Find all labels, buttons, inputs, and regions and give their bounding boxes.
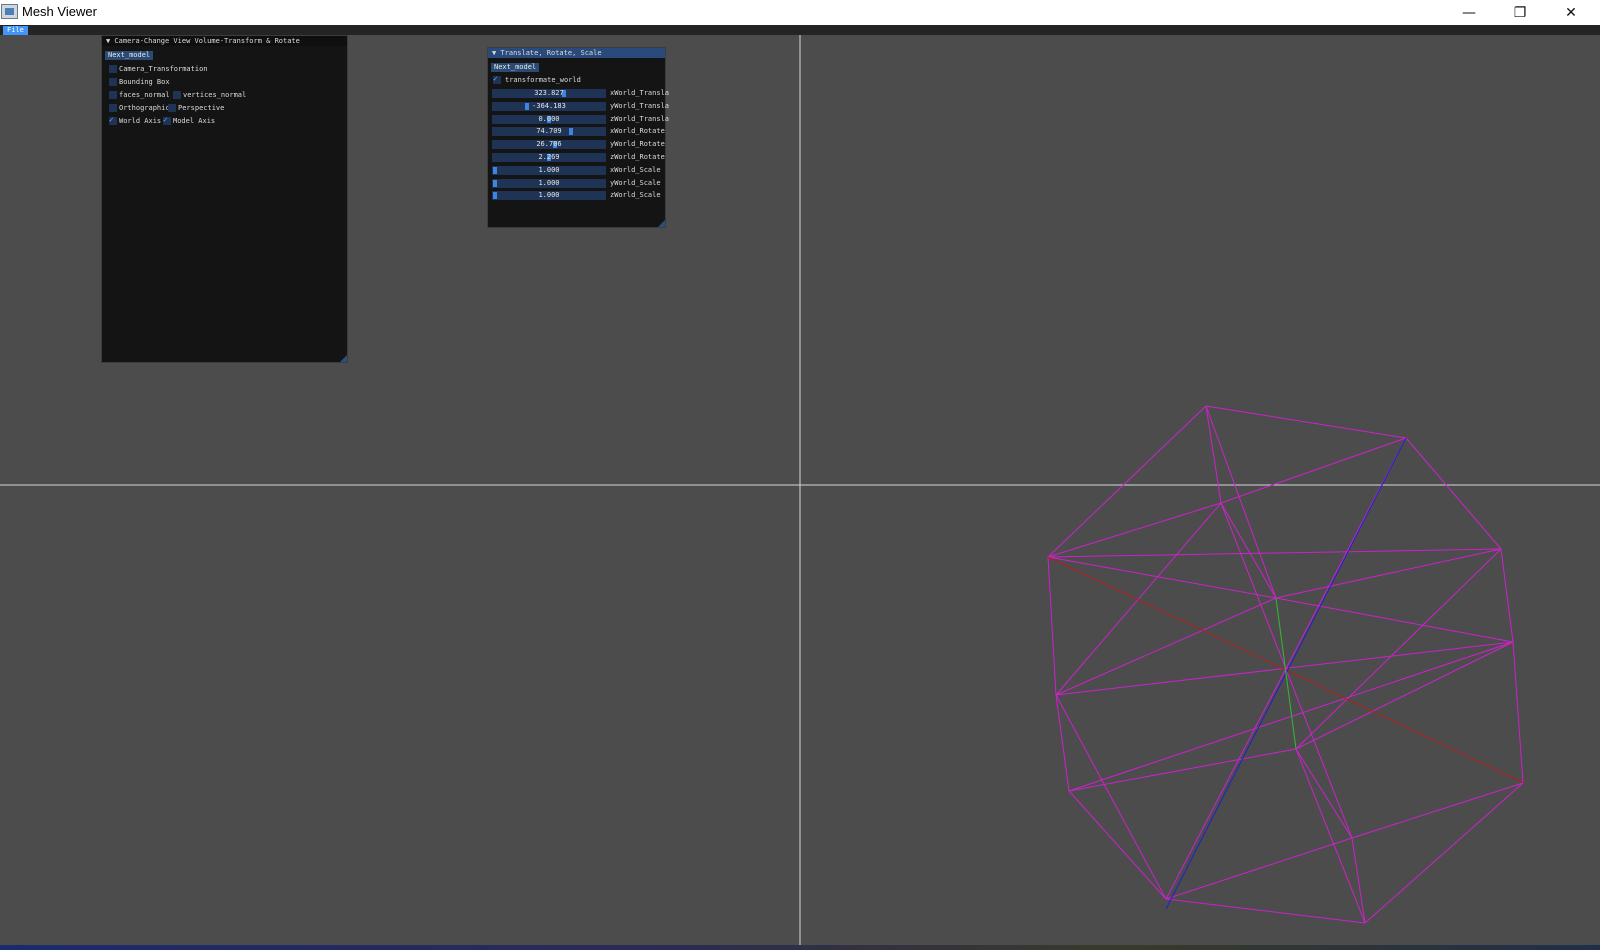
slider-xworld-scale[interactable]: 1.000 [492,165,606,175]
mesh-edge [1055,641,1514,696]
slider-xworld-transla[interactable]: 323.827 [492,89,606,98]
slider-label: zWorld_Rotate [610,153,665,161]
slider-zworld-transla[interactable]: 0.000 [492,114,606,124]
mesh-edge [1068,790,1167,900]
checkbox-bounding-box[interactable] [109,78,117,86]
slider-yworld-rotate[interactable]: 26.706 [492,140,606,150]
mesh-edge [1055,694,1070,792]
mesh-edge [1068,748,1297,792]
menu-bar: File [0,25,1600,35]
slider-value: 323.827 [534,89,564,97]
label-faces-normal: faces_normal [119,91,170,99]
mesh-edge [1055,694,1167,900]
slider-label: yWorld_Transla [610,101,670,110]
slider-value: 74.709 [536,127,562,136]
mesh-edge [1351,782,1524,839]
mesh-edge [1405,437,1502,550]
resize-grip[interactable] [340,355,347,362]
mesh-edge [1512,641,1524,784]
slider-value: 0.000 [538,114,560,123]
checkbox-model-axis[interactable] [163,115,171,125]
slider-value: -364.183 [532,101,566,110]
mesh-edge [1295,641,1514,750]
checkbox-vertices-normal[interactable] [173,91,181,99]
checkbox-camera-transformation[interactable] [109,65,117,73]
restore-button[interactable]: ❐ [1497,0,1543,25]
mesh-edge [1047,405,1207,558]
camera-panel-title[interactable]: ▼ Camera-Change View Volume-Transform & … [102,36,347,46]
minimize-button[interactable]: — [1446,0,1492,25]
mesh-edge [1047,502,1222,558]
render-viewport[interactable]: ▼ Camera-Change View Volume-Transform & … [0,35,1600,945]
checkbox-faces-normal[interactable] [109,91,117,99]
slider-zworld-scale[interactable]: 1.000 [492,191,606,201]
checkbox-perspective[interactable] [168,104,176,112]
mesh-edge [1364,782,1524,924]
mesh-edge [1165,898,1366,924]
slider-value: 1.000 [538,178,560,187]
menu-file[interactable]: File [3,26,28,35]
title-bar: Mesh Viewer — ❐ ✕ [0,0,1600,25]
slider-yworld-scale[interactable]: 1.000 [492,178,606,188]
mesh-edge [1295,548,1502,750]
slider-label: yWorld_Scale [610,178,661,187]
transformate-world-label: transformate_world [505,76,581,84]
slider-label: xWorld_Transla [610,89,670,97]
slider-label: zWorld_Scale [610,191,661,200]
trs-panel[interactable]: ▼ Translate, Rotate, Scale Next_model tr… [487,47,670,228]
mesh-edge [1047,556,1057,696]
label-vertices-normal: vertices_normal [183,91,247,99]
close-button[interactable]: ✕ [1548,0,1594,25]
label-bounding-box: Bounding Box [119,78,170,86]
slider-value: 1.000 [538,191,560,200]
slider-value: 2.269 [538,153,560,161]
slider-value: 26.706 [536,140,562,149]
mesh-edge [1165,837,1353,900]
transformate-world-checkbox[interactable] [493,74,501,84]
mesh-edge [1205,405,1277,599]
slider-label: xWorld_Rotate [610,127,665,136]
label-world-axis: World Axis [119,117,162,125]
slider-yworld-transla[interactable]: -364.183 [492,101,606,111]
window-title: Mesh Viewer [22,4,97,19]
trs-resize-grip[interactable] [658,220,665,227]
mesh-edge [1220,502,1277,599]
mesh-edge [1500,548,1514,643]
slider-value: 1.000 [538,165,560,174]
label-model-axis: Model Axis [173,117,216,125]
mesh-edge [1205,405,1222,504]
app-icon [1,4,18,19]
camera-panel[interactable]: ▼ Camera-Change View Volume-Transform & … [101,35,348,363]
slider-label: yWorld_Rotate [610,140,665,149]
mesh-edge [1351,837,1366,924]
slider-label: zWorld_Transla [610,114,670,123]
wireframe-mesh [1047,405,1524,924]
next-model-button[interactable]: Next_model [105,51,154,60]
mesh-edge [1047,556,1277,599]
checkbox-orthographic[interactable] [109,104,117,112]
taskbar-edge [0,945,1600,950]
mesh-edge [1205,405,1407,439]
label-camera-transformation: Camera_Transformation [119,65,208,73]
trs-panel-title[interactable]: ▼ Translate, Rotate, Scale [488,48,665,58]
checkbox-world-axis[interactable] [109,115,117,125]
label-perspective: Perspective [178,104,225,112]
label-orthographic: Orthographic [119,104,170,112]
mesh-edge [1295,748,1353,839]
slider-label: xWorld_Scale [610,165,661,174]
mesh-edge [1055,502,1222,696]
slider-zworld-rotate[interactable]: 2.269 [492,153,606,162]
mesh-edge [1275,548,1502,599]
mesh-edge [1295,748,1366,924]
slider-xworld-rotate[interactable]: 74.709 [492,127,606,137]
mesh-edge [1047,548,1502,558]
trs-next-model-button[interactable]: Next_model [491,63,540,72]
